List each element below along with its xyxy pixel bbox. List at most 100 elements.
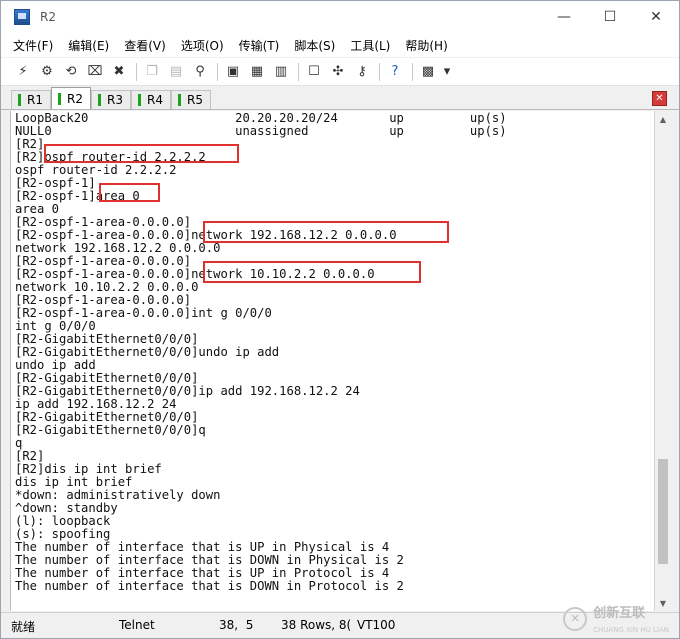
print-screen-icon[interactable]: ▥ [271,62,291,82]
terminal-line: q [15,436,23,450]
terminal-line: [R2-ospf-1-area-0.0.0.0]int g 0/0/0 [15,306,272,320]
key-icon[interactable]: ⚷ [352,62,372,82]
menu-script[interactable]: 脚本(S) [294,37,335,54]
session-tab-bar: R1 R2 R3 R4 R5 [1,87,679,110]
menu-options[interactable]: 选项(O) [181,37,224,54]
terminal-line: *down: administratively down [15,488,221,502]
toolbar: ⚡ ⚙ ⟲ ⌧ ✖ ❐ ▤ ⚲ ▣ ▦ ▥ ☐ ✣ ⚷ ? ▩ ▾ [1,58,679,86]
session-status-icon [18,94,21,106]
close-tab-icon[interactable]: ✕ [652,91,667,106]
terminal-line: undo ip add [15,358,96,372]
connect-icon[interactable]: ⚡ [13,62,33,82]
print-icon[interactable]: ▣ [223,62,243,82]
terminal-line: [R2-GigabitEthernet0/0/0] [15,410,199,424]
terminal-line: The number of interface that is DOWN in … [15,579,404,593]
terminal-line: LoopBack20 20.20.20.20/24 up up(s) [15,111,507,125]
more-icon[interactable]: ▾ [442,62,452,82]
terminal-line: The number of interface that is UP in Ph… [15,540,390,554]
close-session-icon[interactable]: ✖ [109,62,129,82]
tab-r2[interactable]: R2 [51,87,91,109]
terminal-line: [R2-GigabitEthernet0/0/0] [15,371,199,385]
title-bar[interactable]: R2 — ☐ ✕ [1,1,679,33]
scrollbar-thumb[interactable] [658,459,668,564]
disconnect-icon[interactable]: ⌧ [85,62,105,82]
securecrt-window: R2 — ☐ ✕ 文件(F) 编辑(E) 查看(V) 选项(O) 传输(T) 脚… [0,0,680,639]
tab-r1[interactable]: R1 [11,90,51,109]
terminal-line: [R2]dis ip int brief [15,462,162,476]
menu-help[interactable]: 帮助(H) [405,37,447,54]
terminal-line: area 0 [15,202,60,216]
session-status-icon [178,94,181,106]
help-icon[interactable]: ? [385,62,405,82]
terminal-output[interactable]: The number of interface that is DOWN in … [10,111,654,611]
terminal-line: The number of interface that is DOWN in … [15,553,404,567]
menu-transfer[interactable]: 传输(T) [239,37,280,54]
terminal-line: The number of interface that is UP in Pr… [15,566,390,580]
terminal-line: [R2-ospf-1-area-0.0.0.0] [15,293,192,307]
watermark-logo: ✕ 创新互联 CHUANG XIN HU LIAN [563,602,669,635]
status-size: 38 Rows, 8( [281,618,352,632]
session-status-icon [138,94,141,106]
close-button[interactable]: ✕ [633,1,679,33]
global-options-icon[interactable]: ✣ [328,62,348,82]
status-emulation: VT100 [357,618,396,632]
paste-icon[interactable]: ▤ [166,62,186,82]
toolbar-separator [298,62,299,81]
highlight-router-id [44,144,239,163]
terminal-line: ospf router-id 2.2.2.2 [15,163,177,177]
terminal-line: ip add 192.168.12.2 24 [15,397,177,411]
maximize-button[interactable]: ☐ [587,1,633,33]
terminal-line: (s): spoofing [15,527,111,541]
terminal-line: NULL0 unassigned up up(s) [15,124,507,138]
toolbar-separator [217,62,218,81]
terminal-line: network 10.10.2.2 0.0.0.0 [15,280,199,294]
menu-file[interactable]: 文件(F) [13,37,53,54]
minimize-button[interactable]: — [541,1,587,33]
tab-r3[interactable]: R3 [91,90,131,109]
vertical-scrollbar[interactable]: ▲ ▼ [654,111,670,611]
terminal-line: ^down: standby [15,501,118,515]
menu-bar: 文件(F) 编辑(E) 查看(V) 选项(O) 传输(T) 脚本(S) 工具(L… [1,33,679,57]
watermark-text: 创新互联 [593,606,646,621]
status-cursor: 38, 5 [219,618,254,632]
session-status-icon [58,92,61,105]
highlight-network-10 [203,261,421,283]
terminal-line: [R2-ospf-1-area-0.0.0.0] [15,215,192,229]
window-title: R2 [40,10,56,24]
terminal-line: [R2-GigabitEthernet0/0/0]q [15,423,206,437]
terminal-line: [R2-ospf-1-area-0.0.0.0] [15,254,192,268]
terminal-line: [R2-GigabitEthernet0/0/0] [15,332,199,346]
terminal-line: [R2] [15,137,45,151]
copy-icon[interactable]: ❐ [142,62,162,82]
scroll-up-icon[interactable]: ▲ [655,111,671,127]
quick-connect-icon[interactable]: ⚙ [37,62,57,82]
toolbar-separator [379,62,380,81]
watermark-subtext: CHUANG XIN HU LIAN [593,626,669,634]
terminal-line: (l): loopback [15,514,111,528]
toolbar-separator [136,62,137,81]
terminal-line: [R2-GigabitEthernet0/0/0]undo ip add [15,345,280,359]
menu-tools[interactable]: 工具(L) [350,37,390,54]
window-controls: — ☐ ✕ [541,1,679,33]
app-icon [14,9,30,25]
terminal-line: [R2-GigabitEthernet0/0/0]ip add 192.168.… [15,384,360,398]
menu-edit[interactable]: 编辑(E) [68,37,109,54]
tab-r4[interactable]: R4 [131,90,171,109]
toolbar-separator [412,62,413,81]
terminal-line: dis ip int brief [15,475,133,489]
highlight-network-192 [203,221,449,243]
session-status-icon [98,94,101,106]
keymap-icon[interactable]: ▩ [418,62,438,82]
terminal-line: [R2-ospf-1] [15,176,96,190]
tab-r5[interactable]: R5 [171,90,211,109]
terminal-line: network 192.168.12.2 0.0.0.0 [15,241,221,255]
menu-view[interactable]: 查看(V) [124,37,166,54]
print-setup-icon[interactable]: ▦ [247,62,267,82]
reconnect-icon[interactable]: ⟲ [61,62,81,82]
find-icon[interactable]: ⚲ [190,62,210,82]
status-ready: 就绪 [11,620,36,634]
terminal-line: int g 0/0/0 [15,319,96,333]
session-options-icon[interactable]: ☐ [304,62,324,82]
terminal-line: [R2] [15,449,45,463]
status-protocol: Telnet [119,618,155,632]
